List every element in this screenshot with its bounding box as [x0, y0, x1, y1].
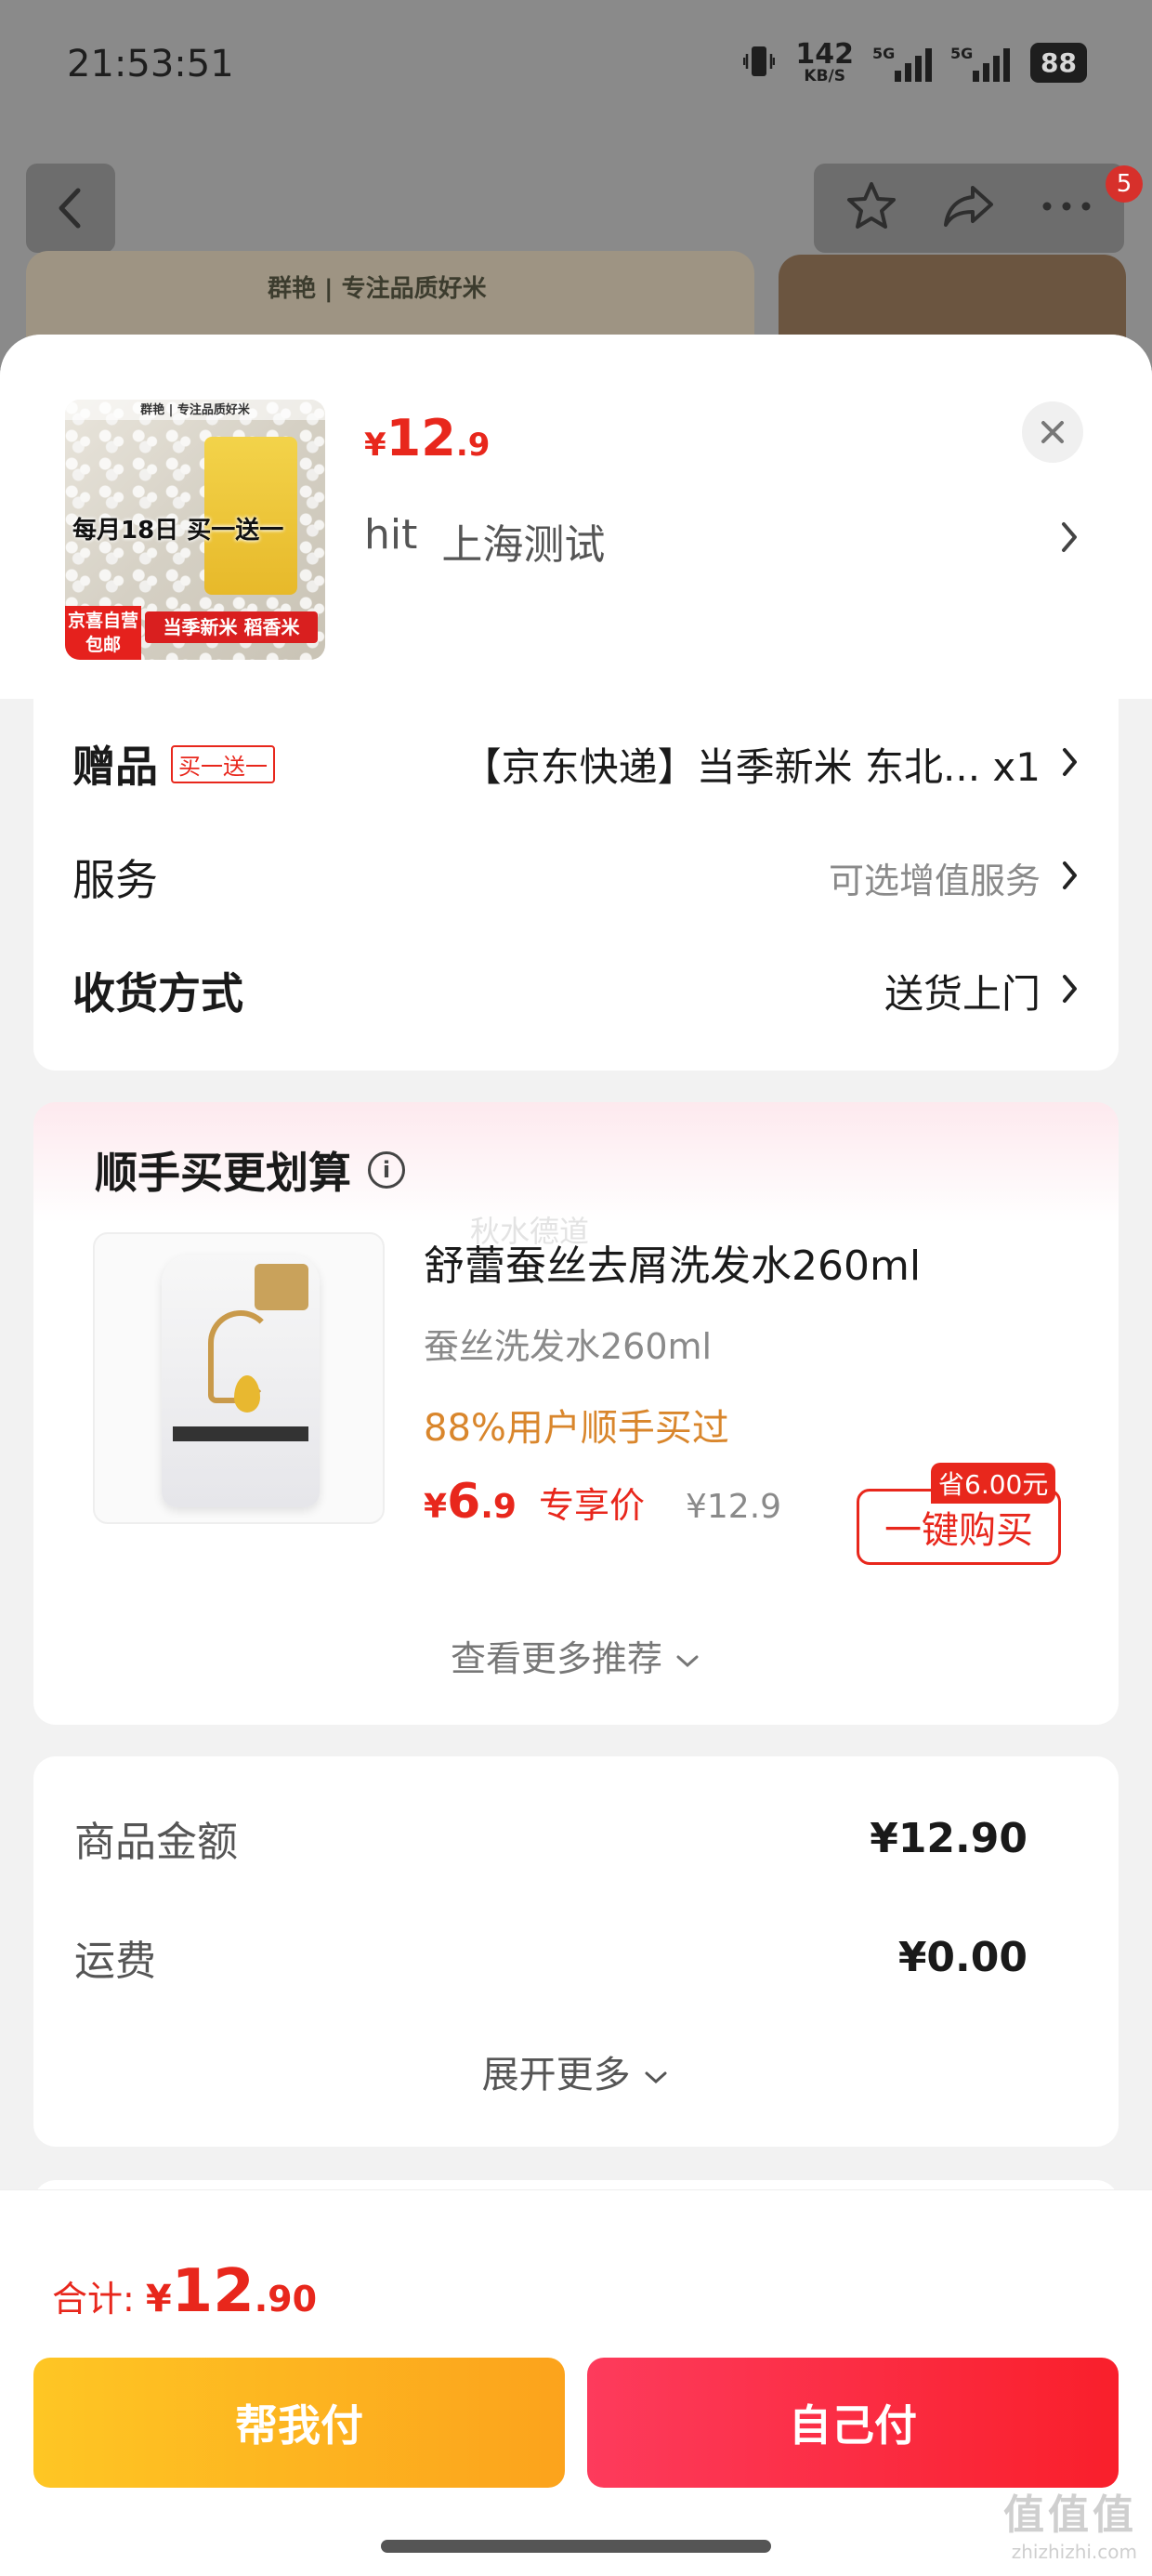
signal-icon: 5G [872, 44, 933, 82]
chevron-right-icon [1059, 519, 1080, 559]
thumbnail-promo: 每月18日 买一送一 [72, 517, 284, 545]
notification-badge: 5 [1106, 165, 1143, 203]
total-label: 合计: [52, 2279, 135, 2320]
signal-label: 5G [872, 44, 896, 62]
save-badge: 省6.00元 [931, 1463, 1056, 1504]
faint-watermark: 秋水德道 [470, 1214, 590, 1249]
service-row[interactable]: 服务 可选增值服务 [72, 849, 1080, 905]
price-decimal: .9 [480, 1488, 517, 1526]
shipping-label: 运费 [74, 1938, 156, 1985]
address-text: 上海测试 [441, 521, 606, 569]
price-currency: ¥ [364, 427, 386, 464]
thumbnail-badge: 京喜自营 包邮 [65, 606, 141, 660]
price-decimal: .9 [455, 427, 491, 464]
thumbnail-strip: 当季新米 稻香米 [145, 611, 318, 643]
price-integer: 6 [447, 1474, 481, 1530]
network-speed-unit: KB/S [804, 67, 846, 85]
expand-more-link[interactable]: 展开更多 [33, 2044, 1119, 2098]
star-icon[interactable] [844, 180, 898, 236]
product-price: ¥12.9 [364, 409, 490, 467]
back-button[interactable] [26, 164, 115, 253]
watermark-sub: zhizhizhi.com [1011, 2541, 1137, 2563]
signal-label: 5G [950, 44, 974, 62]
chevron-right-icon [1061, 859, 1080, 896]
chevron-right-icon [1061, 972, 1080, 1009]
background-brand-text: 群艳 | 专注品质好米 [268, 275, 487, 303]
more-recommendations-text: 查看更多推荐 [450, 1638, 662, 1679]
network-speed-value: 142 [795, 38, 855, 71]
chevron-down-icon [674, 1638, 701, 1679]
close-button[interactable] [1022, 401, 1083, 463]
top-actions [814, 164, 1124, 253]
chevron-down-icon [642, 2054, 670, 2096]
gift-value: 【京东快递】当季新米 东北... x1 [462, 743, 1041, 790]
more-icon[interactable] [1040, 197, 1093, 219]
total-integer: 12 [171, 2257, 255, 2326]
service-label: 服务 [72, 855, 158, 905]
purchase-sheet: 群艳 | 专注品质好米 每月18日 买一送一 京喜自营 包邮 当季新米 稻香米 … [0, 335, 1152, 2576]
shipping-row: 运费 ¥0.00 [74, 1927, 1028, 1987]
original-price: ¥12.9 [686, 1488, 782, 1526]
status-time: 21:53:51 [67, 43, 234, 85]
delivery-label: 收货方式 [72, 968, 243, 1019]
address-user: hit [364, 511, 418, 559]
battery-icon: 88 [1030, 43, 1087, 83]
thumbnail-brand: 群艳 | 专注品质好米 [65, 400, 325, 420]
chevron-right-icon [1061, 745, 1080, 782]
network-speed: 142 KB/S [795, 41, 854, 85]
options-card: 赠品 买一送一 【京东快递】当季新米 东北... x1 服务 可选增值服务 收货… [33, 699, 1119, 1071]
goods-amount-label: 商品金额 [74, 1819, 238, 1866]
gift-row[interactable]: 赠品 买一送一 【京东快递】当季新米 东北... x1 [72, 736, 1080, 792]
delivery-method-row[interactable]: 收货方式 送货上门 [72, 963, 1080, 1019]
recommend-title: 顺手买更划算 i [95, 1139, 405, 1201]
sheet-header: 群艳 | 专注品质好米 每月18日 买一送一 京喜自营 包邮 当季新米 稻香米 … [0, 335, 1152, 699]
price-integer: 12 [386, 409, 456, 467]
status-bar: 21:53:51 142 KB/S 5G 5G 88 [0, 0, 1152, 139]
total-currency: ¥ [145, 2278, 172, 2320]
goods-amount-row: 商品金额 ¥12.90 [74, 1808, 1028, 1868]
recommend-title-text: 顺手买更划算 [95, 1148, 351, 1198]
goods-amount-value: ¥12.90 [870, 1814, 1028, 1862]
vibrate-icon [743, 43, 776, 84]
delivery-address[interactable]: hit 上海测试 [364, 511, 605, 571]
delivery-value: 送货上门 [884, 970, 1041, 1017]
service-value: 可选增值服务 [828, 860, 1041, 901]
total-decimal: .90 [254, 2279, 318, 2320]
home-indicator[interactable] [381, 2540, 771, 2553]
share-icon[interactable] [941, 180, 997, 236]
recommend-price: ¥6.9 专享价 ¥12.9 [424, 1474, 781, 1530]
status-icons: 142 KB/S 5G 5G 88 [743, 41, 1087, 85]
order-total: 合计: ¥12.90 [52, 2257, 317, 2326]
recommend-card: 顺手买更划算 i 舒蕾蚕丝去屑洗发水260ml 蚕丝洗发水260ml 88%用户… [33, 1102, 1119, 1725]
amount-card: 商品金额 ¥12.90 运费 ¥0.00 展开更多 [33, 1756, 1119, 2147]
ask-friend-pay-button[interactable]: 帮我付 [33, 2358, 565, 2488]
shipping-value: ¥0.00 [897, 1933, 1028, 1981]
price-currency: ¥ [424, 1488, 448, 1526]
recommend-product-spec: 蚕丝洗发水260ml [424, 1326, 713, 1367]
gift-label: 赠品 [72, 742, 158, 792]
checkout-bar: 合计: ¥12.90 帮我付 自己付 值值值 zhizhizhi.com [0, 2189, 1152, 2576]
close-icon [1041, 421, 1064, 443]
more-recommendations-link[interactable]: 查看更多推荐 [33, 1630, 1119, 1681]
pay-myself-button[interactable]: 自己付 [587, 2358, 1119, 2488]
recommend-product-image[interactable] [93, 1232, 385, 1524]
product-thumbnail[interactable]: 群艳 | 专注品质好米 每月18日 买一送一 京喜自营 包邮 当季新米 稻香米 [65, 400, 325, 660]
watermark-main: 值值值 [1003, 2491, 1137, 2539]
gift-tag: 买一送一 [171, 744, 275, 783]
expand-more-text: 展开更多 [481, 2054, 631, 2096]
info-icon[interactable]: i [368, 1151, 405, 1189]
exclusive-price-tag: 专享价 [538, 1485, 645, 1526]
recommend-purchase-stat: 88%用户顺手买过 [424, 1407, 729, 1450]
signal-icon: 5G [950, 44, 1011, 82]
shampoo-pouch-illustration [162, 1255, 320, 1507]
chevron-left-icon [59, 188, 81, 229]
site-watermark: 值值值 zhizhizhi.com [1003, 2481, 1137, 2563]
